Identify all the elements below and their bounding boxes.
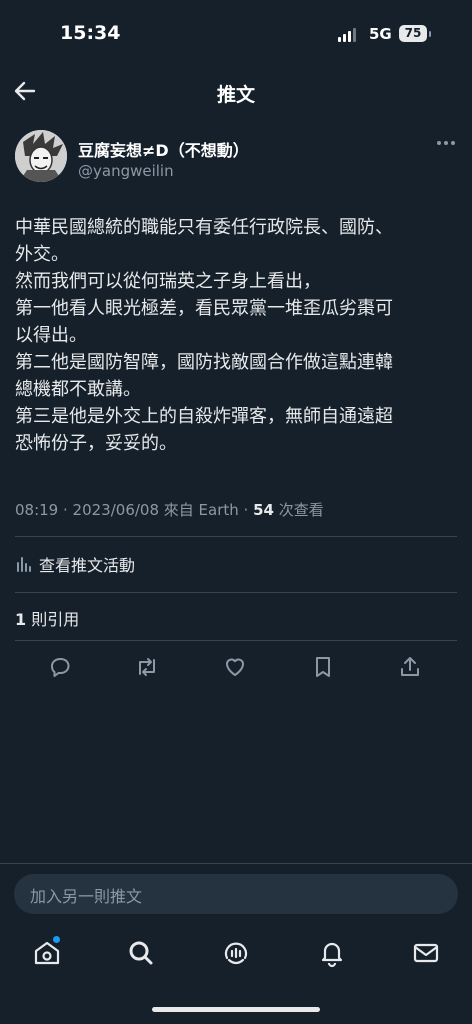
bookmark-icon[interactable]: [310, 654, 336, 680]
quote-label: 則引用: [26, 610, 80, 629]
signal-icon: [338, 28, 356, 42]
view-count: 54: [253, 501, 274, 519]
tweet-line: 恐怖份子，妥妥的。: [15, 433, 177, 454]
mail-icon[interactable]: [411, 938, 441, 968]
tweet-line: 中華民國總統的職能只有委任行政院長、國防、: [15, 217, 393, 238]
meta-separator: ·: [58, 501, 73, 519]
divider: [0, 863, 472, 864]
divider: [15, 640, 457, 641]
tweet-line: 外交。: [15, 244, 69, 265]
page-title: 推文: [216, 84, 255, 106]
notification-dot: [53, 936, 60, 943]
tweet-source: 來自 Earth: [159, 501, 239, 519]
tweet-meta: 08:19 · 2023/06/08 來自 Earth · 54 次查看: [15, 499, 324, 520]
author-handle[interactable]: @yangweilin: [78, 162, 174, 180]
tweet-line: 第二他是國防智障，國防找敵國合作做這點連韓: [15, 352, 393, 373]
tweet-line: 然而我們可以從何瑞英之子身上看出，: [15, 271, 321, 292]
tweet-text: 中華民國總統的職能只有委任行政院長、國防、 外交。 然而我們可以從何瑞英之子身上…: [15, 214, 465, 457]
home-indicator: [152, 1007, 320, 1012]
view-label: 次查看: [273, 501, 324, 519]
reply-placeholder: 加入另一則推文: [30, 887, 143, 906]
avatar[interactable]: [15, 130, 67, 182]
network-label: 5G: [369, 25, 392, 43]
tweet-time: 08:19: [15, 501, 59, 519]
search-icon[interactable]: [126, 938, 156, 968]
tweet-line: 第一他看人眼光極差，看民眾黨一堆歪瓜劣棗可: [15, 298, 393, 319]
retweet-icon[interactable]: [134, 654, 160, 680]
meta-separator: ·: [238, 501, 254, 519]
activity-label: 查看推文活動: [39, 556, 136, 575]
author-name[interactable]: 豆腐妄想≠D（不想動）: [78, 137, 249, 161]
tweet-activity-link[interactable]: 查看推文活動: [15, 552, 135, 576]
battery-cap: [429, 31, 431, 37]
spaces-icon[interactable]: [221, 938, 251, 968]
tweet-line: 以得出。: [15, 325, 87, 346]
tweet-line: 總機都不敢講。: [15, 379, 141, 400]
status-time: 15:34: [60, 22, 121, 44]
tweet-line: 第三是他是外交上的自殺炸彈客，無師自通遠超: [15, 406, 393, 427]
reply-icon[interactable]: [47, 654, 73, 680]
quote-count: 1: [15, 610, 27, 629]
more-icon[interactable]: [436, 140, 456, 146]
quotes-link[interactable]: 1 則引用: [15, 606, 79, 630]
battery-icon: 75: [399, 25, 427, 42]
heart-icon[interactable]: [222, 654, 248, 680]
divider: [15, 536, 457, 537]
tweet-date: 2023/06/08: [72, 501, 160, 519]
divider: [15, 592, 457, 593]
bell-icon[interactable]: [317, 938, 347, 968]
share-icon[interactable]: [397, 654, 423, 680]
analytics-icon: [15, 555, 33, 573]
